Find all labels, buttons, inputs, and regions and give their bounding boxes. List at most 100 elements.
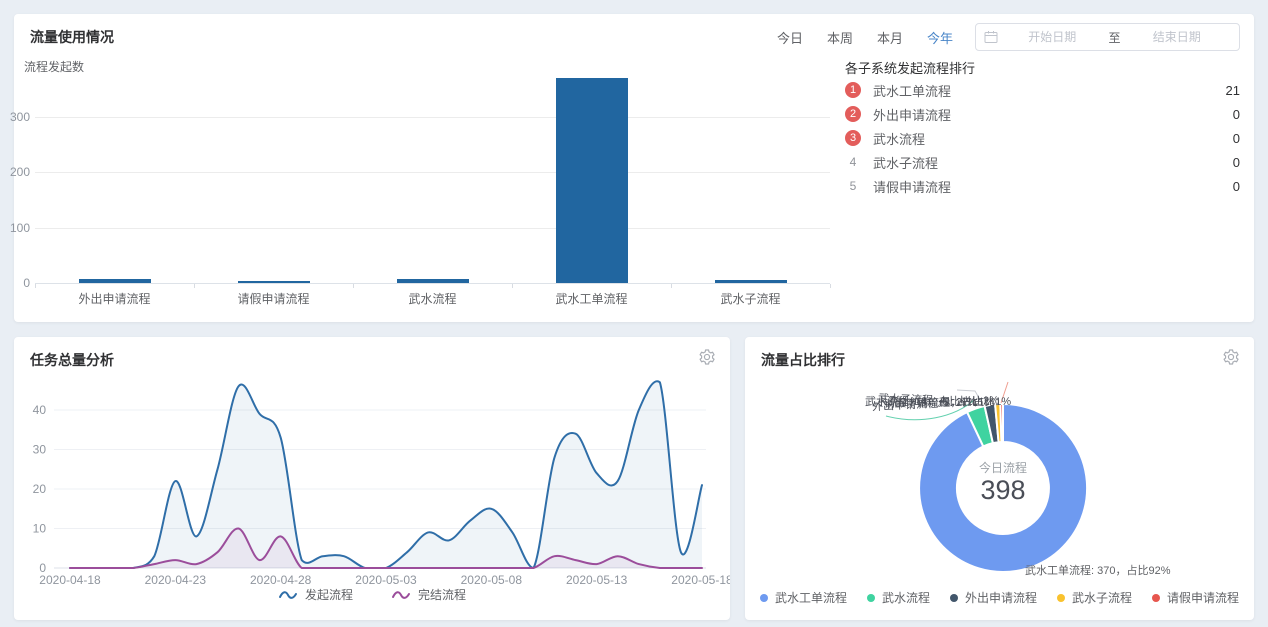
rank-process-name: 武水流程 — [873, 129, 1233, 148]
rank-process-name: 武水工单流程 — [873, 81, 1226, 100]
bar-category-tick — [671, 284, 672, 288]
traffic-share-panel: 流量占比排行 武水流程: 14，占比4%外出申请流程: 8，占比2%武水子流程:… — [745, 337, 1254, 620]
rank-process-value: 21 — [1226, 83, 1240, 98]
line-xtick-label: 2020-05-13 — [566, 573, 628, 587]
legend-label: 发起流程 — [305, 586, 353, 603]
bar-category-tick — [194, 284, 195, 288]
line-xtick-label: 2020-04-18 — [39, 573, 101, 587]
range-tab-month[interactable]: 本月 — [877, 28, 903, 47]
legend-item-发起流程[interactable]: 发起流程 — [278, 586, 353, 603]
line-xtick-label: 2020-04-23 — [145, 573, 207, 587]
line-ytick-label: 10 — [33, 522, 47, 536]
bar-category-tick — [353, 284, 354, 288]
pie-center-value: 398 — [923, 475, 1083, 506]
bar-category-tick — [512, 284, 513, 288]
rank-process-value: 0 — [1233, 179, 1240, 194]
bar-category-label: 武水子流程 — [720, 290, 780, 307]
bar-gridline — [35, 283, 830, 284]
ranking-row: 4 武水子流程0 — [845, 150, 1240, 174]
bar-category-label: 外出申请流程 — [78, 290, 150, 307]
legend-dot — [867, 594, 875, 602]
bar-5 — [715, 280, 787, 283]
bar-2 — [238, 281, 310, 283]
line-xtick-label: 2020-05-08 — [461, 573, 523, 587]
line-ytick-label: 30 — [33, 443, 47, 457]
rank-process-name: 外出申请流程 — [873, 105, 1233, 124]
line-ytick-label: 40 — [33, 403, 47, 417]
rank-process-value: 0 — [1233, 155, 1240, 170]
date-range-controls: 今日本周本月今年 至 — [777, 23, 1240, 51]
bar-gridline — [35, 117, 830, 118]
task-analysis-panel: 任务总量分析 0102030402020-04-182020-04-232020… — [14, 337, 730, 620]
rank-number: 4 — [845, 155, 861, 169]
bar-4 — [556, 78, 628, 283]
line-series-area-1 — [70, 381, 702, 568]
legend-label: 请假申请流程 — [1167, 589, 1239, 606]
rank-number: 5 — [845, 179, 861, 193]
rank-badge: 1 — [845, 82, 861, 98]
pie-main-slice-label: 武水工单流程: 370，占比92% — [1025, 562, 1170, 578]
line-xtick-label: 2020-04-28 — [250, 573, 312, 587]
ranking-title: 各子系统发起流程排行 — [845, 58, 975, 77]
bar-category-tick — [35, 284, 36, 288]
legend-item-武水工单流程[interactable]: 武水工单流程 — [760, 589, 847, 606]
bar-ytick-label: 100 — [0, 221, 30, 235]
pie-overlap-label: 请假申请流程: 2，占比1% — [884, 393, 1011, 411]
squiggle-icon — [278, 589, 298, 601]
rank-process-value: 0 — [1233, 131, 1240, 146]
range-tab-year[interactable]: 今年 — [927, 28, 953, 47]
squiggle-icon — [391, 589, 411, 601]
rank-process-name: 武水子流程 — [873, 153, 1233, 172]
rank-process-name: 请假申请流程 — [873, 177, 1233, 196]
line-chart-legend: 发起流程 完结流程 — [14, 586, 730, 603]
rank-badge: 2 — [845, 106, 861, 122]
bar-gridline — [35, 228, 830, 229]
legend-label: 外出申请流程 — [965, 589, 1037, 606]
line-xtick-label: 2020-05-03 — [355, 573, 417, 587]
calendar-icon — [984, 30, 998, 44]
legend-dot — [760, 594, 768, 602]
legend-label: 完结流程 — [418, 586, 466, 603]
rank-badge: 3 — [845, 130, 861, 146]
legend-item-完结流程[interactable]: 完结流程 — [391, 586, 466, 603]
end-date-input[interactable] — [1123, 30, 1232, 44]
legend-item-武水子流程[interactable]: 武水子流程 — [1057, 589, 1132, 606]
traffic-usage-panel: 流量使用情况 今日本周本月今年 至 流程发起数 0100200300外出申请流程… — [14, 14, 1254, 322]
date-range-separator: 至 — [1107, 29, 1123, 46]
legend-item-武水流程[interactable]: 武水流程 — [867, 589, 930, 606]
rank-process-value: 0 — [1233, 107, 1240, 122]
process-initiation-bar-chart: 流程发起数 0100200300外出申请流程请假申请流程武水流程武水工单流程武水… — [14, 14, 844, 322]
bar-ytick-label: 0 — [0, 276, 30, 290]
legend-dot — [950, 594, 958, 602]
ranking-row: 1 武水工单流程21 — [845, 78, 1240, 102]
task-line-chart: 0102030402020-04-182020-04-232020-04-282… — [14, 337, 730, 620]
legend-label: 武水子流程 — [1072, 589, 1132, 606]
bar-category-label: 武水工单流程 — [555, 290, 627, 307]
date-range-picker[interactable]: 至 — [975, 23, 1240, 51]
pie-slice-请假申请流程 — [1000, 404, 1003, 442]
bar-category-tick — [830, 284, 831, 288]
pie-center-label: 今日流程 — [923, 459, 1083, 476]
line-ytick-label: 20 — [33, 482, 47, 496]
ranking-list: 1武水工单流程212外出申请流程03武水流程04武水子流程05请假申请流程0 — [845, 78, 1240, 198]
legend-label: 武水流程 — [882, 589, 930, 606]
bar-gridline — [35, 172, 830, 173]
legend-dot — [1152, 594, 1160, 602]
bar-ytick-label: 200 — [0, 165, 30, 179]
bar-3 — [397, 279, 469, 283]
legend-dot — [1057, 594, 1065, 602]
bar-ytick-label: 300 — [0, 110, 30, 124]
start-date-input[interactable] — [998, 30, 1107, 44]
legend-item-请假申请流程[interactable]: 请假申请流程 — [1152, 589, 1239, 606]
ranking-row: 3 武水流程0 — [845, 126, 1240, 150]
bar-1 — [79, 279, 151, 283]
line-xtick-label: 2020-05-18 — [671, 573, 730, 587]
ranking-row: 2 外出申请流程0 — [845, 102, 1240, 126]
pie-chart-legend: 武水工单流程 武水流程 外出申请流程 武水子流程 请假申请流程 — [745, 589, 1254, 606]
bar-category-label: 武水流程 — [408, 290, 456, 307]
bar-category-label: 请假申请流程 — [237, 290, 309, 307]
ranking-row: 5 请假申请流程0 — [845, 174, 1240, 198]
legend-item-外出申请流程[interactable]: 外出申请流程 — [950, 589, 1037, 606]
bar-chart-axis-name: 流程发起数 — [24, 58, 84, 75]
legend-label: 武水工单流程 — [775, 589, 847, 606]
